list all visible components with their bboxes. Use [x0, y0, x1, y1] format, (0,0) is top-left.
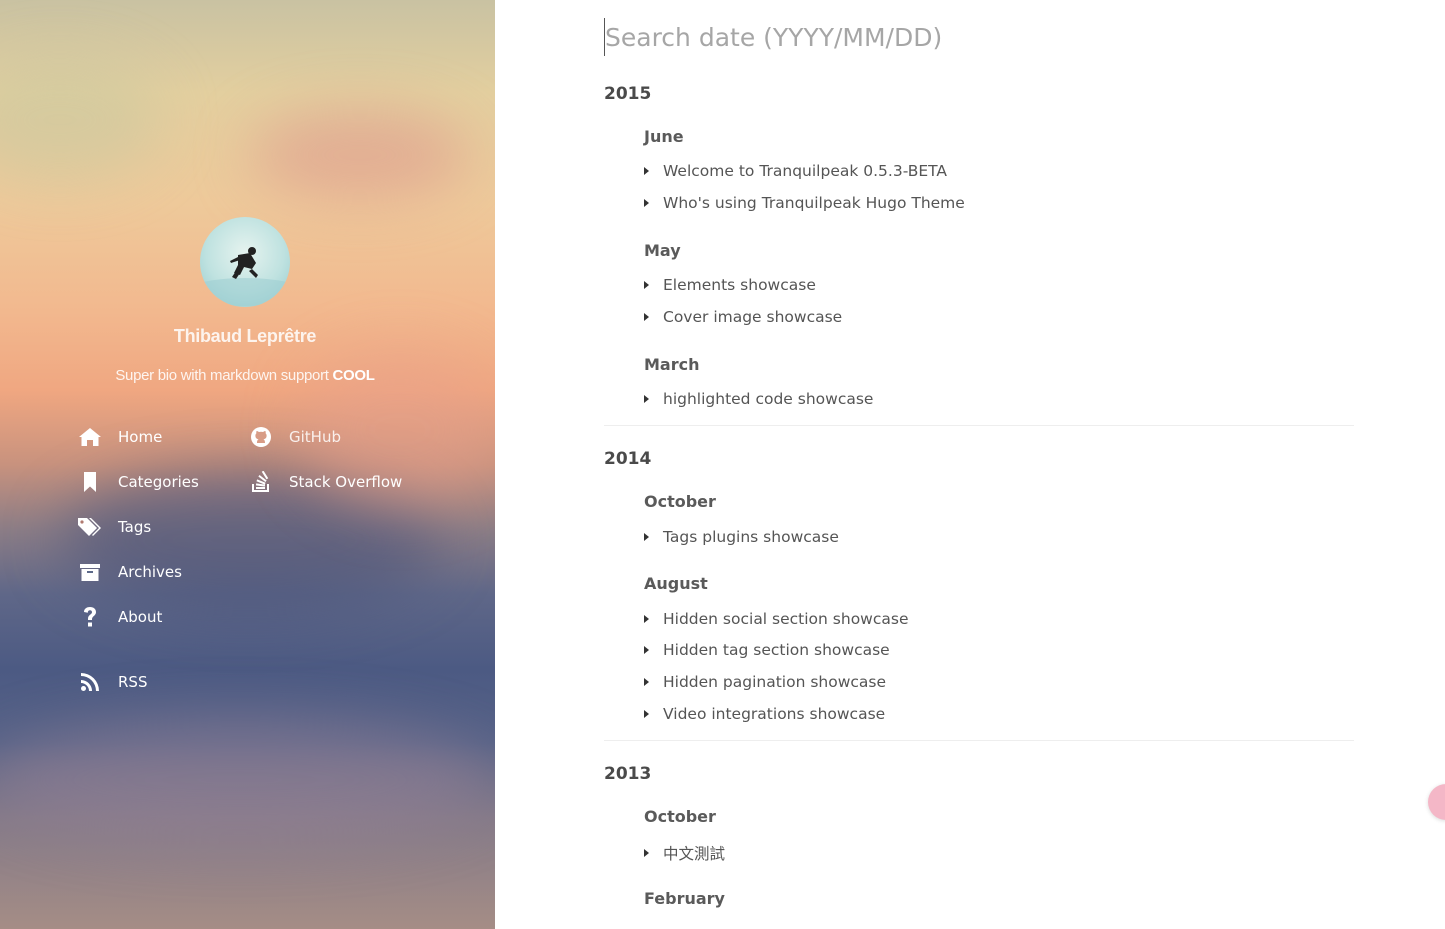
caret-right-icon — [644, 710, 649, 718]
home-icon — [77, 424, 103, 450]
archive-month: August — [644, 574, 708, 593]
caret-right-icon — [644, 395, 649, 403]
caret-right-icon — [644, 167, 649, 175]
nav-tags-label: Tags — [118, 518, 152, 536]
archive-month: June — [644, 127, 684, 146]
caret-right-icon — [644, 199, 649, 207]
post-link[interactable]: Welcome to Tranquilpeak 0.5.3-BETA — [644, 162, 947, 180]
author-bio: Super bio with markdown support COOL — [0, 367, 490, 384]
nav-about-label: About — [118, 608, 163, 626]
github-icon — [248, 424, 274, 450]
post-link[interactable]: Video integrations showcase — [644, 705, 885, 723]
post-title: Hidden social section showcase — [663, 610, 909, 628]
archive-month: October — [644, 492, 716, 511]
post-link[interactable]: Hidden social section showcase — [644, 610, 909, 628]
archives-main: 2015 June Welcome to Tranquilpeak 0.5.3-… — [495, 0, 1445, 929]
nav-rss[interactable]: RSS — [77, 669, 147, 695]
question-icon — [77, 604, 103, 630]
year-divider — [604, 740, 1354, 741]
caret-right-icon — [644, 646, 649, 654]
caret-right-icon — [644, 313, 649, 321]
nav-tags[interactable]: Tags — [77, 514, 151, 540]
search-date-input[interactable] — [604, 18, 1304, 56]
post-link[interactable]: Cover image showcase — [644, 308, 842, 326]
post-link[interactable]: Elements showcase — [644, 276, 816, 294]
post-title: 中文測試 — [663, 845, 726, 863]
author-bio-bold: COOL — [332, 367, 375, 384]
archive-month: May — [644, 241, 681, 260]
post-link[interactable]: Hidden tag section showcase — [644, 641, 890, 659]
post-title: Welcome to Tranquilpeak 0.5.3-BETA — [663, 162, 948, 180]
post-title: highlighted code showcase — [663, 390, 874, 408]
nav-archives-label: Archives — [118, 563, 182, 581]
bookmark-icon — [77, 469, 103, 495]
nav-categories-label: Categories — [118, 473, 199, 491]
post-link[interactable]: Tags plugins showcase — [644, 528, 839, 546]
nav-github-label: GitHub — [289, 428, 341, 446]
year-divider — [604, 425, 1354, 426]
archive-month: October — [644, 807, 716, 826]
nav-home-label: Home — [118, 428, 163, 446]
author-name[interactable]: Thibaud Leprêtre — [0, 326, 490, 347]
post-title: Elements showcase — [663, 276, 816, 294]
nav-stack-overflow-label: Stack Overflow — [289, 473, 403, 491]
archive-year: 2014 — [604, 449, 652, 469]
caret-right-icon — [644, 615, 649, 623]
post-link[interactable]: Hidden pagination showcase — [644, 673, 886, 691]
caret-right-icon — [644, 281, 649, 289]
post-title: Video integrations showcase — [663, 705, 886, 723]
stack-overflow-icon — [248, 469, 274, 495]
nav-about[interactable]: About — [77, 604, 162, 630]
archive-year: 2015 — [604, 84, 652, 104]
caret-right-icon — [644, 533, 649, 541]
post-link[interactable]: highlighted code showcase — [644, 390, 873, 408]
post-title: Hidden tag section showcase — [663, 641, 890, 659]
caret-right-icon — [644, 849, 649, 857]
rss-icon — [77, 669, 103, 695]
sidebar: Thibaud Leprêtre Super bio with markdown… — [0, 0, 495, 929]
nav-categories[interactable]: Categories — [77, 469, 199, 495]
archive-month: February — [644, 889, 725, 908]
nav-stack-overflow[interactable]: Stack Overflow — [248, 469, 402, 495]
nav-rss-label: RSS — [118, 673, 148, 691]
post-title: Cover image showcase — [663, 308, 843, 326]
post-link[interactable]: 中文測試 — [644, 842, 725, 864]
caret-right-icon — [644, 678, 649, 686]
archive-year: 2013 — [604, 764, 652, 784]
post-title: Hidden pagination showcase — [663, 673, 887, 691]
nav-archives[interactable]: Archives — [77, 559, 182, 585]
archive-icon — [77, 559, 103, 585]
nav-home[interactable]: Home — [77, 424, 162, 450]
author-bio-text: Super bio with markdown support — [115, 367, 333, 384]
nav-github[interactable]: GitHub — [248, 424, 341, 450]
post-title: Who's using Tranquilpeak Hugo Theme — [663, 194, 965, 212]
author-avatar[interactable] — [200, 217, 290, 307]
archive-month: March — [644, 355, 700, 374]
tags-icon — [77, 514, 103, 540]
post-link[interactable]: Who's using Tranquilpeak Hugo Theme — [644, 194, 965, 212]
post-title: Tags plugins showcase — [663, 528, 839, 546]
